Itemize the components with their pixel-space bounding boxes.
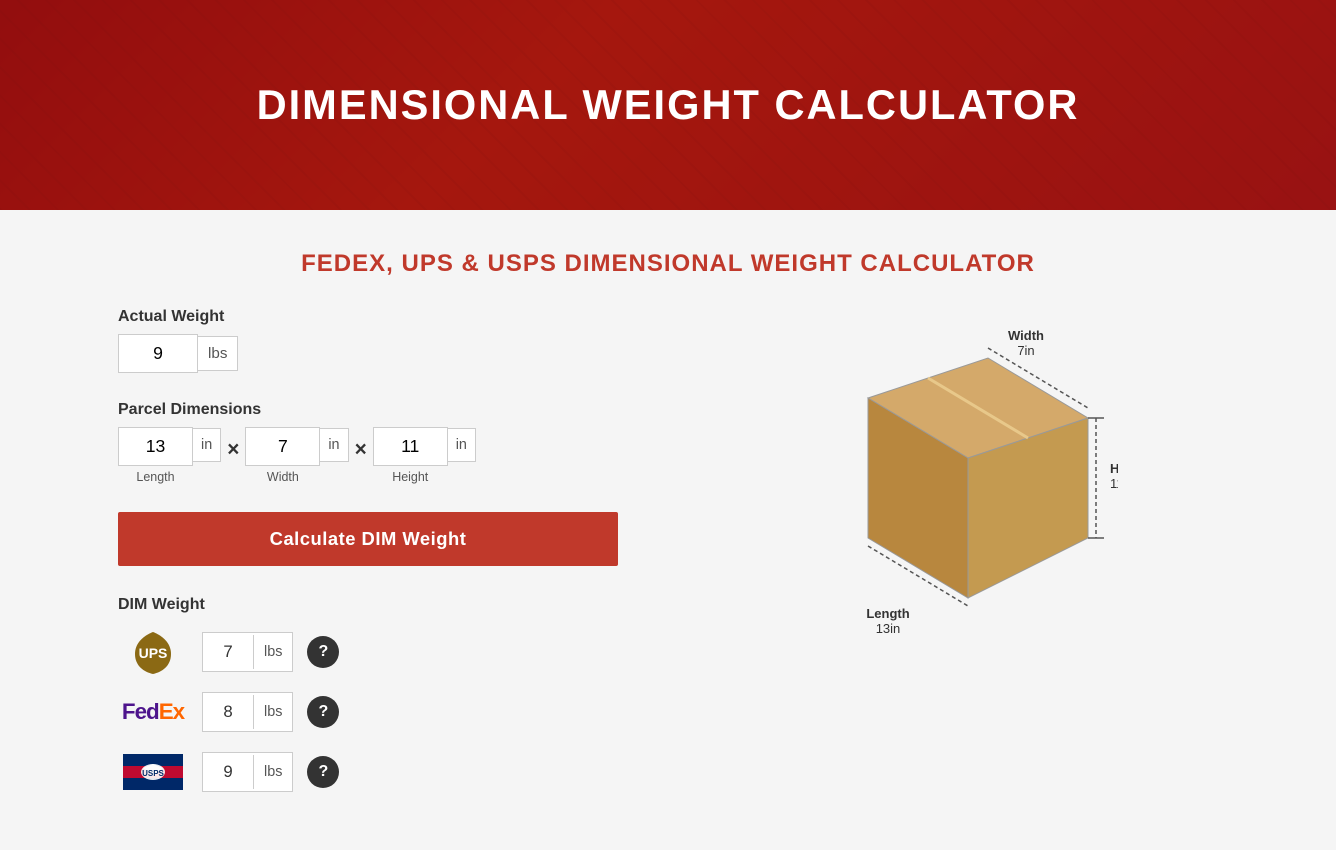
height-diagram-label: Height xyxy=(1110,461,1118,476)
box-diagram: Width 7in Height 11in Length 13in xyxy=(778,318,1118,638)
dimensions-row: Length in × Width in × Height in xyxy=(118,427,618,484)
width-label: Width xyxy=(267,470,299,484)
svg-text:USPS: USPS xyxy=(142,769,164,778)
main-content: FEDEX, UPS & USPS DIMENSIONAL WEIGHT CAL… xyxy=(0,210,1336,850)
box-illustration: Width 7in Height 11in Length 13in xyxy=(678,308,1218,638)
length-group: Length xyxy=(118,427,193,484)
dim-weight-title: DIM Weight xyxy=(118,596,618,614)
ups-help-icon[interactable]: ? xyxy=(307,636,339,668)
fedex-logo-text: FedEx xyxy=(122,701,184,723)
width-diagram-label: Width xyxy=(1008,328,1044,343)
width-unit: in xyxy=(320,428,348,462)
parcel-dimensions-label: Parcel Dimensions xyxy=(118,401,618,419)
length-unit: in xyxy=(193,428,221,462)
hero-section: DIMENSIONAL WEIGHT CALCULATOR xyxy=(0,0,1336,210)
length-diagram-label: Length xyxy=(866,606,909,621)
length-diagram-value: 13in xyxy=(876,621,901,636)
calculator-layout: Actual Weight lbs Parcel Dimensions Leng… xyxy=(118,308,1218,810)
usps-result-unit: lbs xyxy=(253,755,292,789)
page-subtitle: FEDEX, UPS & USPS DIMENSIONAL WEIGHT CAL… xyxy=(60,250,1276,278)
actual-weight-label: Actual Weight xyxy=(118,308,618,326)
ups-row: UPS 7 lbs ? xyxy=(118,630,618,674)
width-input[interactable] xyxy=(245,427,320,466)
multiply-sign-1: × xyxy=(221,438,245,462)
form-section: Actual Weight lbs Parcel Dimensions Leng… xyxy=(118,308,618,810)
ups-logo: UPS xyxy=(118,630,188,674)
fedex-logo: FedEx xyxy=(118,690,188,734)
usps-help-icon[interactable]: ? xyxy=(307,756,339,788)
usps-result-value: 9 xyxy=(203,753,253,791)
length-input[interactable] xyxy=(118,427,193,466)
fedex-row: FedEx 8 lbs ? xyxy=(118,690,618,734)
fedex-result-box: 8 lbs xyxy=(202,692,293,732)
fedex-result-value: 8 xyxy=(203,693,253,731)
calculate-button[interactable]: Calculate DIM Weight xyxy=(118,512,618,566)
ups-result-unit: lbs xyxy=(253,635,292,669)
usps-result-box: 9 lbs xyxy=(202,752,293,792)
actual-weight-unit: lbs xyxy=(198,336,238,371)
actual-weight-input[interactable] xyxy=(118,334,198,373)
ups-result-box: 7 lbs xyxy=(202,632,293,672)
actual-weight-row: lbs xyxy=(118,334,618,373)
usps-logo-svg: USPS xyxy=(123,754,183,790)
ups-result-value: 7 xyxy=(203,633,253,671)
height-diagram-value: 11in xyxy=(1110,476,1118,491)
width-diagram-value: 7in xyxy=(1017,343,1034,358)
fedex-fed-text: Fed xyxy=(122,699,159,724)
height-unit: in xyxy=(448,428,476,462)
length-label: Length xyxy=(136,470,174,484)
ups-logo-svg: UPS xyxy=(127,630,179,674)
box-diagram-svg: Width 7in Height 11in Length 13in xyxy=(778,318,1118,638)
height-input[interactable] xyxy=(373,427,448,466)
usps-logo: USPS xyxy=(118,750,188,794)
width-group: Width xyxy=(245,427,320,484)
multiply-sign-2: × xyxy=(349,438,373,462)
height-group: Height xyxy=(373,427,448,484)
fedex-help-icon[interactable]: ? xyxy=(307,696,339,728)
usps-row: USPS 9 lbs ? xyxy=(118,750,618,794)
hero-title: DIMENSIONAL WEIGHT CALCULATOR xyxy=(257,81,1080,129)
svg-text:UPS: UPS xyxy=(139,645,168,661)
fedex-result-unit: lbs xyxy=(253,695,292,729)
height-label: Height xyxy=(392,470,428,484)
fedex-ex-text: Ex xyxy=(159,699,184,724)
